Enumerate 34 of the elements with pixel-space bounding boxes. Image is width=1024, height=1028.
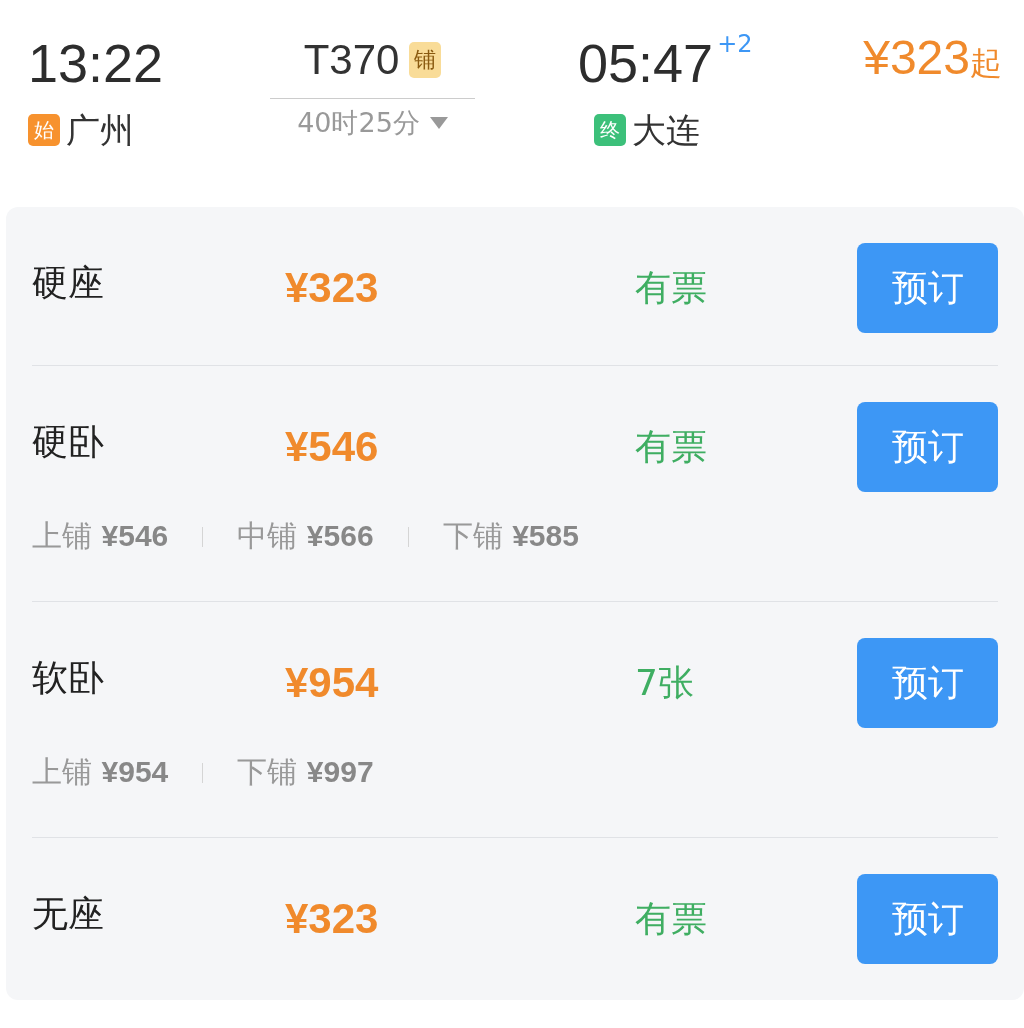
seat-type: 硬卧: [32, 419, 105, 464]
book-button[interactable]: 预订: [857, 243, 998, 333]
seat-price: ¥323: [285, 264, 380, 312]
berth-price: 下铺 ¥997: [237, 753, 374, 791]
availability: 7张: [635, 660, 695, 705]
availability: 有票: [635, 424, 708, 469]
berth-price: 中铺 ¥566: [237, 517, 374, 555]
berth-price: 下铺 ¥585: [442, 517, 579, 555]
origin-tag: 始: [28, 114, 60, 146]
duration[interactable]: 40时25分: [297, 105, 420, 141]
seat-type: 无座: [32, 891, 105, 936]
seat-price: ¥546: [285, 423, 380, 471]
train-number: T370: [303, 36, 400, 84]
arrival-station: 大连: [632, 110, 700, 150]
arrival-time: 05:47: [578, 32, 714, 95]
berth-price: 上铺 ¥954: [32, 753, 169, 791]
book-button[interactable]: 预订: [857, 874, 998, 964]
seat-type: 软卧: [32, 655, 105, 700]
day-offset: +2: [717, 30, 753, 58]
caret-icon[interactable]: [429, 117, 448, 129]
seat-price: ¥323: [285, 895, 380, 943]
availability: 有票: [635, 265, 708, 310]
berth-price: 上铺 ¥546: [32, 517, 169, 555]
terminal-tag: 终: [594, 114, 626, 146]
availability: 有票: [635, 896, 708, 941]
seat-price: ¥954: [285, 659, 380, 707]
departure-time: 13:22: [28, 32, 165, 95]
price-suffix: 起: [970, 43, 1002, 84]
berth-tag: 铺: [409, 42, 442, 78]
seat-type: 硬座: [32, 260, 105, 305]
departure-station: 广州: [66, 110, 134, 150]
book-button[interactable]: 预订: [857, 638, 998, 728]
lowest-price: ¥323: [863, 30, 970, 85]
book-button[interactable]: 预订: [857, 402, 998, 492]
